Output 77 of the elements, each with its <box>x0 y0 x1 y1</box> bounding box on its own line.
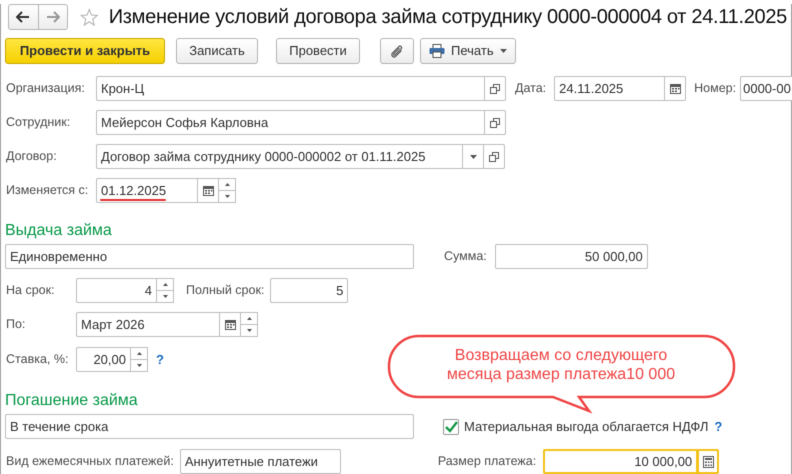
open-button[interactable] <box>483 144 505 169</box>
checkbox-label: Материальная выгода облагается НДФЛ <box>464 418 708 436</box>
field-label: Вид ежемесячных платежей: <box>6 453 174 470</box>
down-icon <box>224 194 230 198</box>
down-icon <box>162 294 168 298</box>
toolbar-button[interactable]: Записать <box>176 38 258 64</box>
up-icon <box>162 282 168 286</box>
contract-field[interactable]: Договор займа сотруднику 0000-000002 от 01.11.2025 <box>96 144 463 169</box>
attach-button[interactable] <box>380 38 414 64</box>
field-label: Договор: <box>6 148 58 166</box>
checkmark-icon <box>444 420 458 432</box>
forward-arrow-icon <box>46 11 60 23</box>
caret-icon <box>470 154 476 158</box>
up-icon <box>246 316 252 320</box>
field-label: Организация: <box>6 80 86 98</box>
organization-field[interactable]: Крон-Ц <box>96 76 485 101</box>
paperclip-icon <box>390 44 404 58</box>
sum-field[interactable]: 50 000,00 <box>494 244 648 269</box>
spin-down-button[interactable] <box>240 324 258 337</box>
issue-method-field[interactable]: Единовременно <box>5 244 414 269</box>
calendar-button[interactable] <box>197 178 219 203</box>
dropdown-button[interactable] <box>462 144 484 169</box>
calculator-icon <box>702 456 714 468</box>
calendar-button[interactable] <box>664 76 686 101</box>
caret-icon <box>500 49 507 53</box>
checkbox[interactable] <box>443 418 459 434</box>
open-button[interactable] <box>484 110 506 135</box>
until-field[interactable]: Март 2026 <box>76 312 220 337</box>
calculator-button[interactable] <box>697 449 720 474</box>
spin-up-button[interactable] <box>240 312 258 324</box>
help-link[interactable]: ? <box>156 350 164 370</box>
field-label: Изменяется с: <box>6 182 90 200</box>
calendar-icon <box>224 319 236 330</box>
full-term-field[interactable]: 5 <box>270 278 348 303</box>
open-icon <box>490 84 500 94</box>
printer-icon <box>429 44 445 58</box>
spin-down-button[interactable] <box>218 190 236 203</box>
repayment-method-field[interactable]: В течение срока <box>5 414 414 439</box>
section-heading: Выдача займа <box>5 221 113 241</box>
star-icon[interactable] <box>80 6 99 28</box>
field-label: На срок: <box>6 282 56 300</box>
field-label: По: <box>6 316 26 334</box>
date-field[interactable]: 24.11.2025 <box>554 76 666 101</box>
payment-type-field[interactable]: Аннуитетные платежи <box>180 449 341 474</box>
section-heading: Погашение займа <box>5 391 139 411</box>
post-and-close-button[interactable]: Провести и закрыть <box>5 38 165 64</box>
open-icon <box>490 118 500 128</box>
open-icon <box>489 152 499 162</box>
open-button[interactable] <box>484 76 506 101</box>
up-icon <box>136 352 142 355</box>
rate-field[interactable]: 20,00 <box>76 347 131 372</box>
toolbar-button[interactable]: Провести <box>276 38 360 64</box>
field-label: Полный срок: <box>186 282 264 300</box>
change-date-field[interactable]: 01.12.2025 <box>96 178 198 203</box>
number-field[interactable]: 0000-00 <box>740 76 792 101</box>
payment-size-field[interactable]: 10 000,00 <box>543 449 698 474</box>
callout-text: Возвращаем со следующего месяца размер платежа10 000 <box>446 346 676 384</box>
back-arrow-icon <box>16 11 30 23</box>
help-link[interactable]: ? <box>714 416 722 436</box>
down-icon <box>246 328 252 332</box>
calendar-icon <box>202 185 214 196</box>
up-icon <box>224 182 230 186</box>
field-label: Размер платежа: <box>438 453 536 470</box>
field-label: Сумма: <box>444 248 487 266</box>
term-field[interactable]: 4 <box>76 278 157 303</box>
field-label: Номер: <box>694 80 736 98</box>
employee-field[interactable]: Мейерсон Софья Карловна <box>96 110 485 135</box>
field-label: Ставка, %: <box>6 351 70 368</box>
calendar-icon <box>670 83 681 94</box>
field-label: Сотрудник: <box>6 114 72 132</box>
down-icon <box>136 364 142 367</box>
calendar-button[interactable] <box>219 312 241 337</box>
spin-up-button[interactable] <box>218 178 236 190</box>
back-button[interactable] <box>8 4 39 30</box>
print-button[interactable]: Печать <box>420 38 516 64</box>
field-label: Дата: <box>515 80 546 98</box>
window-title: Изменение условий договора займа сотруднику 0000-000004 от 24.11.2025 <box>108 5 788 30</box>
